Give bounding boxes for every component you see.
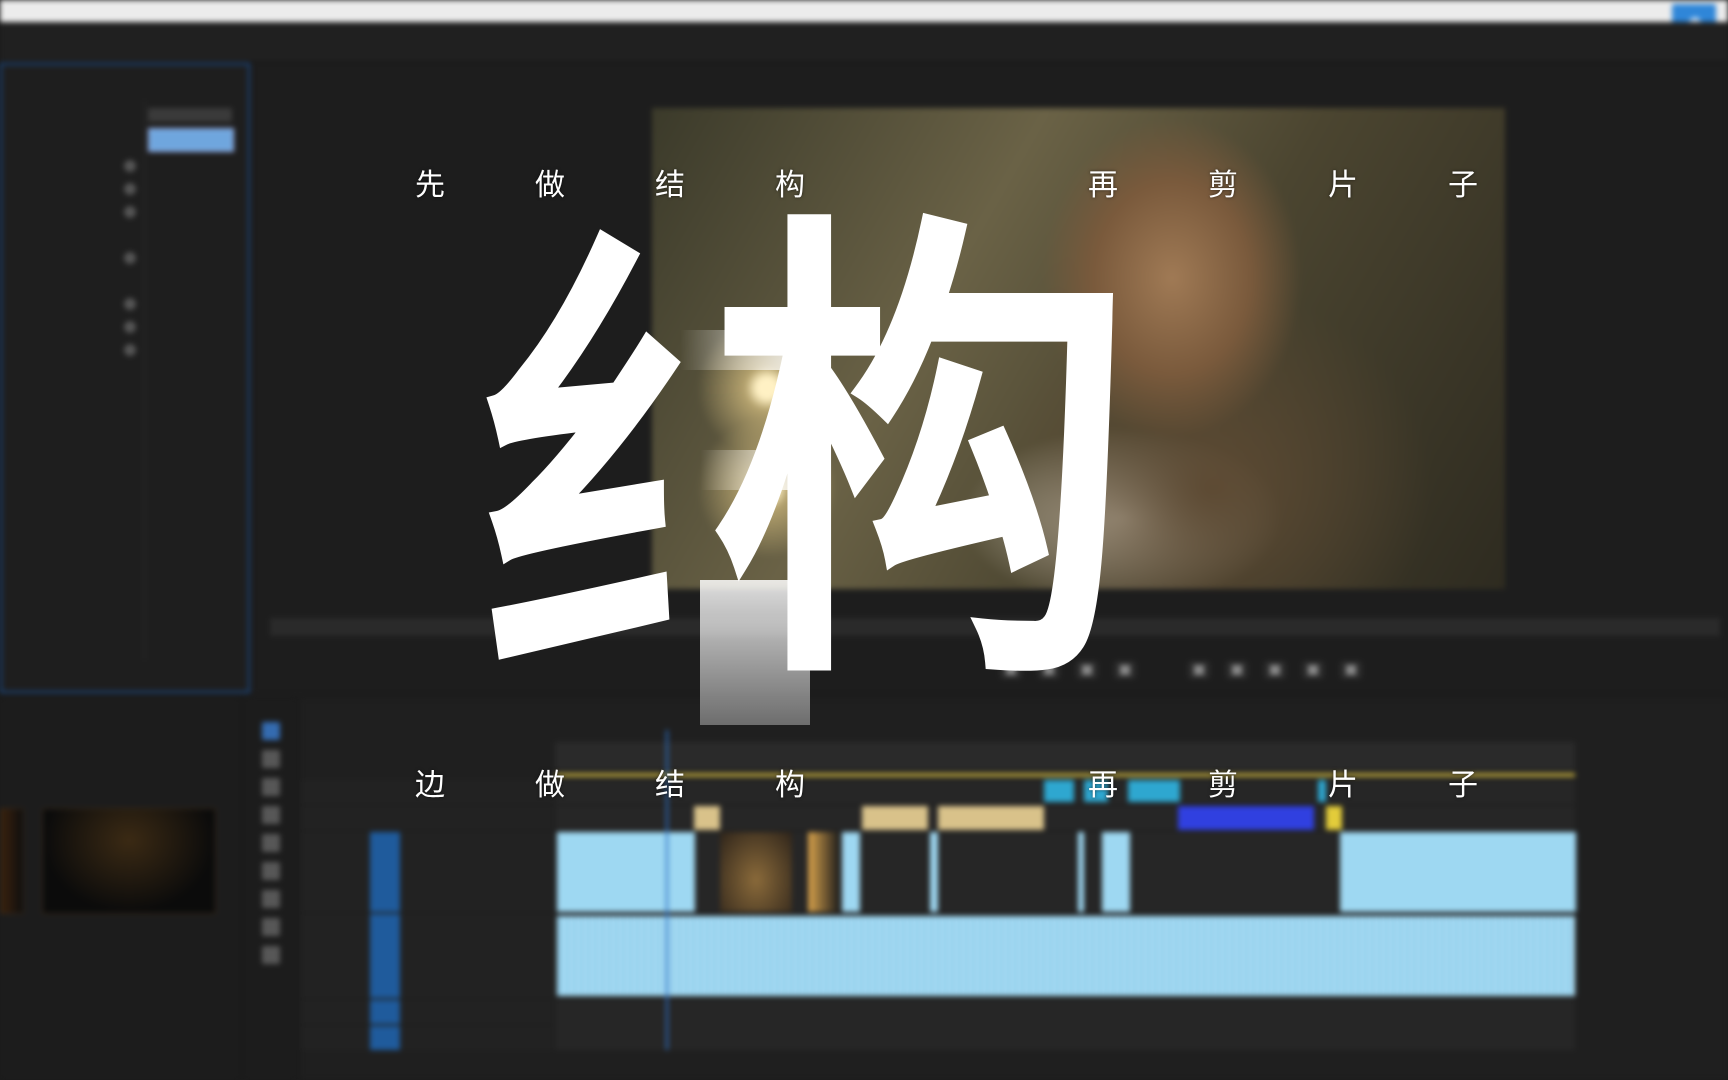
text-overlay: 先 做 结 构 再 剪 片 子 边 做 结 构 再 剪 片 子 纟 构: [0, 0, 1728, 1080]
overlay-top-char: 剪: [1208, 168, 1238, 203]
big-char-2: 构: [710, 180, 1133, 739]
overlay-bottom-char: 结: [655, 768, 685, 803]
overlay-bottom-char: 构: [775, 768, 805, 803]
overlay-top-char: 片: [1328, 168, 1358, 203]
overlay-top-char: 先: [415, 168, 445, 203]
overlay-top-char: 子: [1448, 168, 1478, 203]
overlay-bottom-char: 片: [1328, 768, 1358, 803]
overlay-bottom-char: 边: [415, 768, 445, 803]
premiere-app: 先 做 结 构 再 剪 片 子 边 做 结 构 再 剪 片 子 纟 构: [0, 0, 1728, 1080]
overlay-bottom-char: 子: [1448, 768, 1478, 803]
overlay-bottom-char: 剪: [1208, 768, 1238, 803]
overlay-bottom-char: 再: [1088, 768, 1118, 803]
overlay-bottom-char: 做: [535, 768, 565, 803]
